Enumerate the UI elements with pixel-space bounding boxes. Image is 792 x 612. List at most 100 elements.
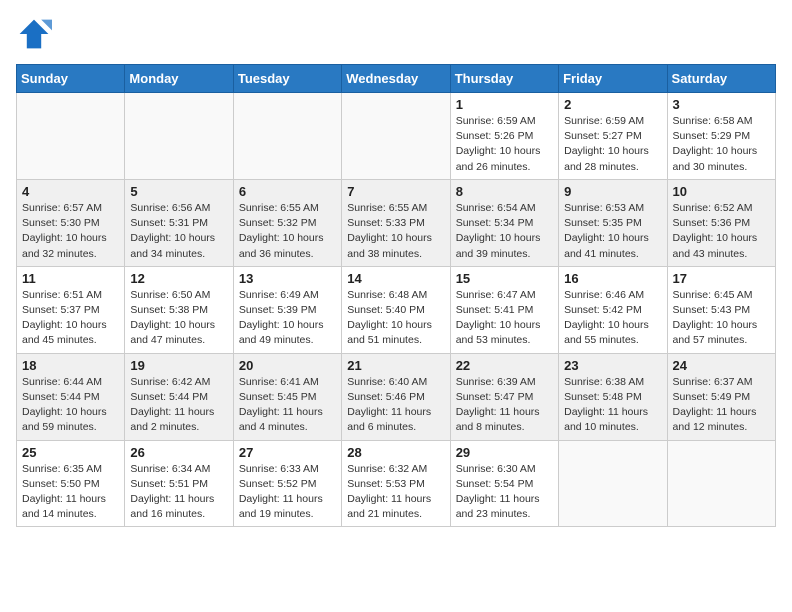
calendar-cell (233, 93, 341, 180)
weekday-friday: Friday (559, 65, 667, 93)
calendar-cell (667, 440, 775, 527)
day-number: 19 (130, 358, 227, 373)
weekday-header-row: SundayMondayTuesdayWednesdayThursdayFrid… (17, 65, 776, 93)
day-info: Sunrise: 6:52 AM Sunset: 5:36 PM Dayligh… (673, 201, 770, 262)
logo (16, 16, 56, 52)
day-info: Sunrise: 6:53 AM Sunset: 5:35 PM Dayligh… (564, 201, 661, 262)
calendar-week-4: 25 Sunrise: 6:35 AM Sunset: 5:50 PM Dayli… (17, 440, 776, 527)
calendar-cell: 4 Sunrise: 6:57 AM Sunset: 5:30 PM Daylig… (17, 179, 125, 266)
calendar-cell: 21 Sunrise: 6:40 AM Sunset: 5:46 PM Dayli… (342, 353, 450, 440)
calendar-cell: 28 Sunrise: 6:32 AM Sunset: 5:53 PM Dayli… (342, 440, 450, 527)
calendar-cell: 20 Sunrise: 6:41 AM Sunset: 5:45 PM Dayli… (233, 353, 341, 440)
calendar-cell: 26Sunrise: 6:34 AM Sunset: 5:51 PM Dayli… (125, 440, 233, 527)
day-number: 27 (239, 445, 336, 460)
header (16, 16, 776, 52)
calendar-cell: 13 Sunrise: 6:49 AM Sunset: 5:39 PM Dayli… (233, 266, 341, 353)
calendar-cell: 27 Sunrise: 6:33 AM Sunset: 5:52 PM Dayli… (233, 440, 341, 527)
calendar-cell (17, 93, 125, 180)
day-number: 5 (130, 184, 227, 199)
day-info: Sunrise: 6:51 AM Sunset: 5:37 PM Dayligh… (22, 288, 119, 349)
day-info: Sunrise: 6:30 AM Sunset: 5:54 PM Dayligh… (456, 462, 553, 523)
day-number: 23 (564, 358, 661, 373)
day-number: 7 (347, 184, 444, 199)
day-number: 2 (564, 97, 661, 112)
day-info: Sunrise: 6:58 AM Sunset: 5:29 PM Dayligh… (673, 114, 770, 175)
calendar-cell: 25 Sunrise: 6:35 AM Sunset: 5:50 PM Dayli… (17, 440, 125, 527)
day-info: Sunrise: 6:48 AM Sunset: 5:40 PM Dayligh… (347, 288, 444, 349)
calendar-cell: 11 Sunrise: 6:51 AM Sunset: 5:37 PM Dayli… (17, 266, 125, 353)
weekday-sunday: Sunday (17, 65, 125, 93)
day-info: Sunrise: 6:55 AM Sunset: 5:33 PM Dayligh… (347, 201, 444, 262)
day-number: 6 (239, 184, 336, 199)
day-number: 3 (673, 97, 770, 112)
calendar-cell (125, 93, 233, 180)
day-info: Sunrise: 6:59 AM Sunset: 5:26 PM Dayligh… (456, 114, 553, 175)
day-number: 14 (347, 271, 444, 286)
day-info: Sunrise: 6:56 AM Sunset: 5:31 PM Dayligh… (130, 201, 227, 262)
calendar-cell: 8 Sunrise: 6:54 AM Sunset: 5:34 PM Daylig… (450, 179, 558, 266)
calendar-cell (342, 93, 450, 180)
day-number: 20 (239, 358, 336, 373)
calendar-cell: 19 Sunrise: 6:42 AM Sunset: 5:44 PM Dayli… (125, 353, 233, 440)
day-number: 21 (347, 358, 444, 373)
day-number: 17 (673, 271, 770, 286)
calendar-table: SundayMondayTuesdayWednesdayThursdayFrid… (16, 64, 776, 527)
weekday-wednesday: Wednesday (342, 65, 450, 93)
day-info: Sunrise: 6:42 AM Sunset: 5:44 PM Dayligh… (130, 375, 227, 436)
day-number: 25 (22, 445, 119, 460)
day-info: Sunrise: 6:55 AM Sunset: 5:32 PM Dayligh… (239, 201, 336, 262)
day-number: 28 (347, 445, 444, 460)
day-info: Sunrise: 6:57 AM Sunset: 5:30 PM Dayligh… (22, 201, 119, 262)
day-info: Sunrise: 6:50 AM Sunset: 5:38 PM Dayligh… (130, 288, 227, 349)
calendar-week-2: 11 Sunrise: 6:51 AM Sunset: 5:37 PM Dayli… (17, 266, 776, 353)
day-info: Sunrise: 6:41 AM Sunset: 5:45 PM Dayligh… (239, 375, 336, 436)
day-info: Sunrise: 6:33 AM Sunset: 5:52 PM Dayligh… (239, 462, 336, 523)
calendar-cell: 1 Sunrise: 6:59 AM Sunset: 5:26 PM Daylig… (450, 93, 558, 180)
day-number: 13 (239, 271, 336, 286)
calendar-cell: 17Sunrise: 6:45 AM Sunset: 5:43 PM Dayli… (667, 266, 775, 353)
day-number: 22 (456, 358, 553, 373)
day-info: Sunrise: 6:46 AM Sunset: 5:42 PM Dayligh… (564, 288, 661, 349)
calendar-cell: 9 Sunrise: 6:53 AM Sunset: 5:35 PM Daylig… (559, 179, 667, 266)
calendar-week-1: 4 Sunrise: 6:57 AM Sunset: 5:30 PM Daylig… (17, 179, 776, 266)
day-info: Sunrise: 6:54 AM Sunset: 5:34 PM Dayligh… (456, 201, 553, 262)
calendar-cell: 10 Sunrise: 6:52 AM Sunset: 5:36 PM Dayli… (667, 179, 775, 266)
day-number: 11 (22, 271, 119, 286)
day-number: 18 (22, 358, 119, 373)
day-info: Sunrise: 6:44 AM Sunset: 5:44 PM Dayligh… (22, 375, 119, 436)
page-container: SundayMondayTuesdayWednesdayThursdayFrid… (0, 0, 792, 537)
day-number: 12 (130, 271, 227, 286)
calendar-cell: 16 Sunrise: 6:46 AM Sunset: 5:42 PM Dayli… (559, 266, 667, 353)
weekday-monday: Monday (125, 65, 233, 93)
day-number: 1 (456, 97, 553, 112)
day-number: 8 (456, 184, 553, 199)
calendar-cell: 18 Sunrise: 6:44 AM Sunset: 5:44 PM Dayli… (17, 353, 125, 440)
day-info: Sunrise: 6:32 AM Sunset: 5:53 PM Dayligh… (347, 462, 444, 523)
calendar-cell: 5 Sunrise: 6:56 AM Sunset: 5:31 PM Daylig… (125, 179, 233, 266)
calendar-cell: 14 Sunrise: 6:48 AM Sunset: 5:40 PM Dayli… (342, 266, 450, 353)
day-number: 10 (673, 184, 770, 199)
day-info: Sunrise: 6:37 AM Sunset: 5:49 PM Dayligh… (673, 375, 770, 436)
calendar-cell: 23 Sunrise: 6:38 AM Sunset: 5:48 PM Dayli… (559, 353, 667, 440)
day-info: Sunrise: 6:59 AM Sunset: 5:27 PM Dayligh… (564, 114, 661, 175)
day-info: Sunrise: 6:38 AM Sunset: 5:48 PM Dayligh… (564, 375, 661, 436)
calendar-cell: 2 Sunrise: 6:59 AM Sunset: 5:27 PM Daylig… (559, 93, 667, 180)
calendar-cell: 15 Sunrise: 6:47 AM Sunset: 5:41 PM Dayli… (450, 266, 558, 353)
day-info: Sunrise: 6:49 AM Sunset: 5:39 PM Dayligh… (239, 288, 336, 349)
day-number: 15 (456, 271, 553, 286)
day-info: Sunrise: 6:39 AM Sunset: 5:47 PM Dayligh… (456, 375, 553, 436)
calendar-cell: 22 Sunrise: 6:39 AM Sunset: 5:47 PM Dayli… (450, 353, 558, 440)
day-info: Sunrise: 6:40 AM Sunset: 5:46 PM Dayligh… (347, 375, 444, 436)
day-number: 4 (22, 184, 119, 199)
calendar-week-3: 18 Sunrise: 6:44 AM Sunset: 5:44 PM Dayli… (17, 353, 776, 440)
day-number: 16 (564, 271, 661, 286)
day-info: Sunrise: 6:35 AM Sunset: 5:50 PM Dayligh… (22, 462, 119, 523)
day-info: Sunrise: 6:47 AM Sunset: 5:41 PM Dayligh… (456, 288, 553, 349)
calendar-week-0: 1 Sunrise: 6:59 AM Sunset: 5:26 PM Daylig… (17, 93, 776, 180)
logo-icon (16, 16, 52, 52)
calendar-cell: 24Sunrise: 6:37 AM Sunset: 5:49 PM Dayli… (667, 353, 775, 440)
calendar-cell (559, 440, 667, 527)
weekday-tuesday: Tuesday (233, 65, 341, 93)
calendar-cell: 12 Sunrise: 6:50 AM Sunset: 5:38 PM Dayli… (125, 266, 233, 353)
day-number: 9 (564, 184, 661, 199)
